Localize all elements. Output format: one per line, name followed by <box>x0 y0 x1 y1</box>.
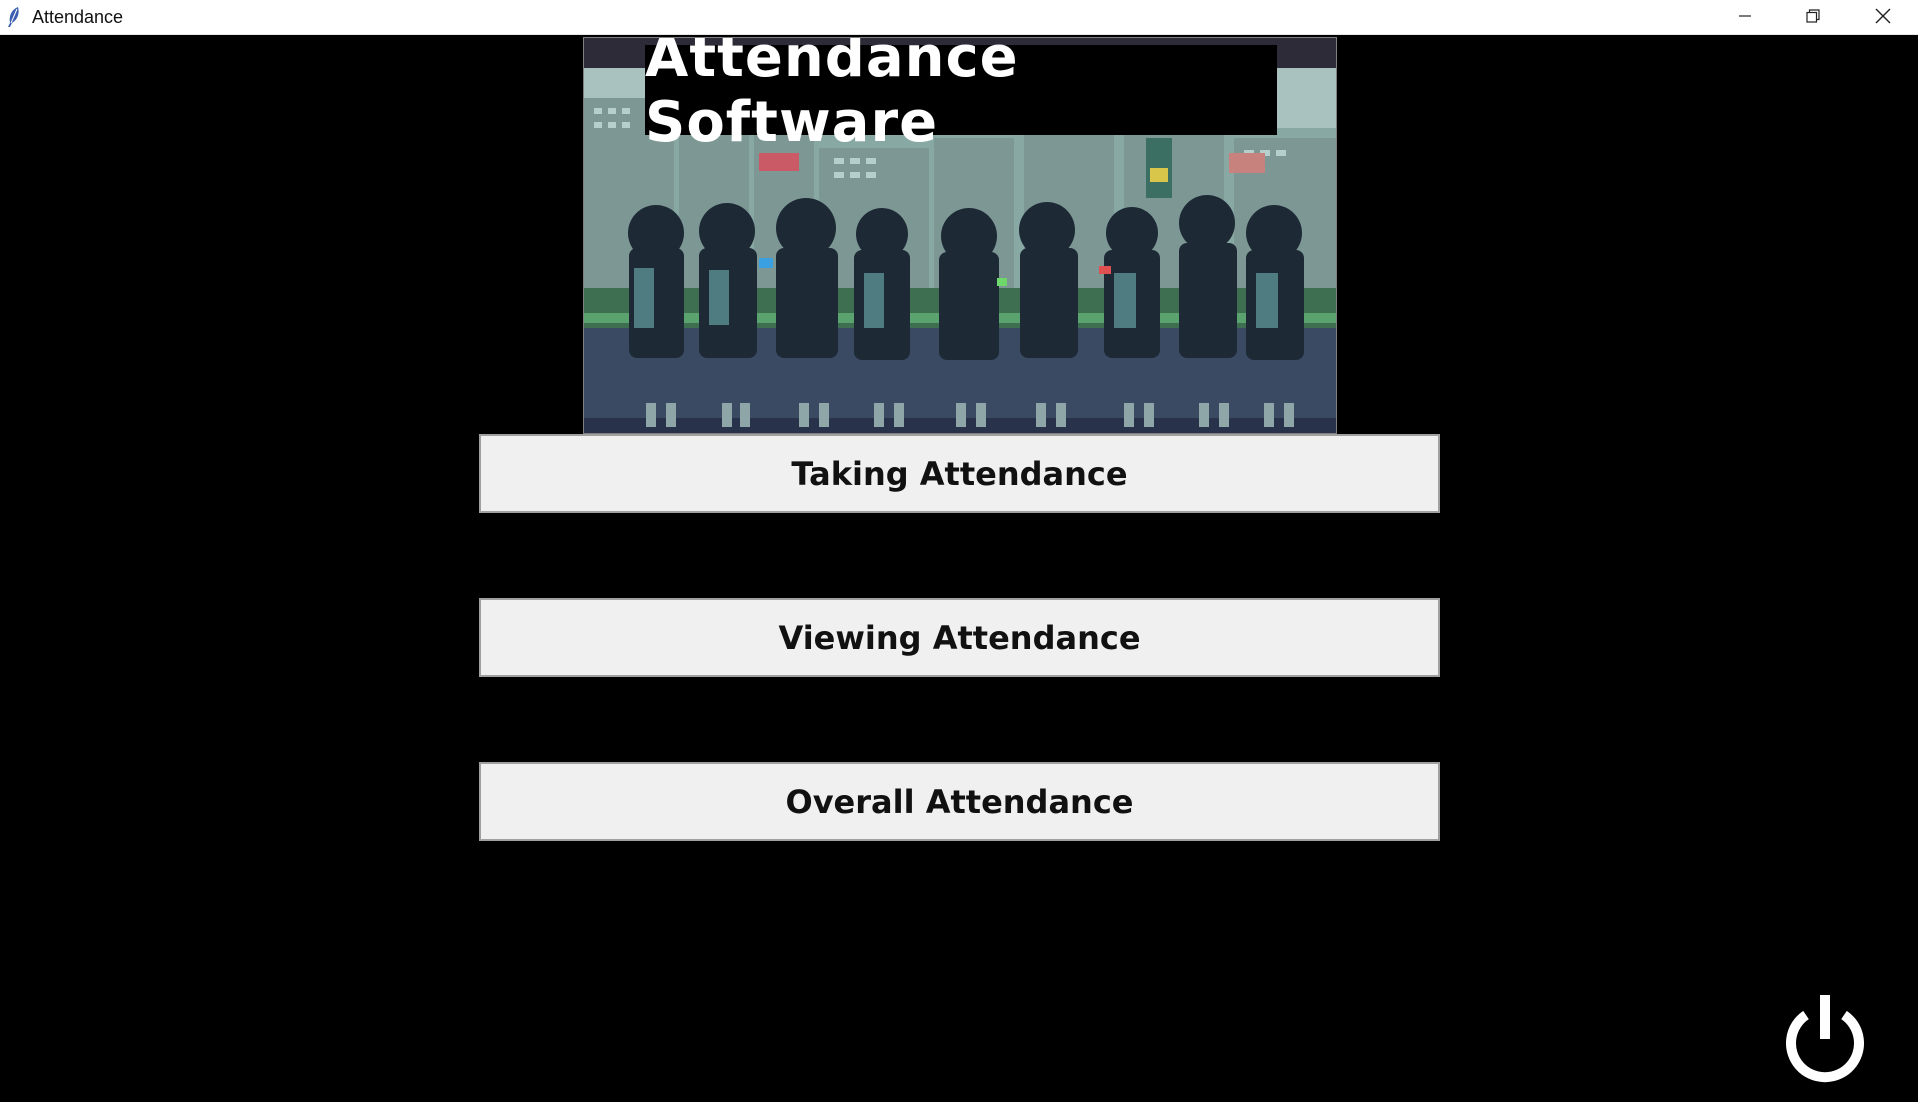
main-content: Attendance Software Taking Attendance Vi… <box>0 35 1918 1102</box>
power-button[interactable] <box>1782 993 1868 1083</box>
banner-image: Attendance Software <box>583 37 1337 434</box>
viewing-attendance-button[interactable]: Viewing Attendance <box>479 598 1440 677</box>
overall-attendance-button[interactable]: Overall Attendance <box>479 762 1440 841</box>
minimize-button[interactable] <box>1710 0 1780 35</box>
window-title: Attendance <box>32 7 124 27</box>
close-icon <box>1874 7 1892 29</box>
title-bar: Attendance <box>0 0 1918 35</box>
power-icon <box>1782 995 1868 1087</box>
restore-icon <box>1805 8 1821 28</box>
close-button[interactable] <box>1848 0 1918 35</box>
restore-button[interactable] <box>1778 0 1848 35</box>
banner-title: Attendance Software <box>645 38 1277 155</box>
taking-attendance-button[interactable]: Taking Attendance <box>479 434 1440 513</box>
minimize-icon <box>1737 8 1753 28</box>
feather-icon <box>6 6 22 28</box>
